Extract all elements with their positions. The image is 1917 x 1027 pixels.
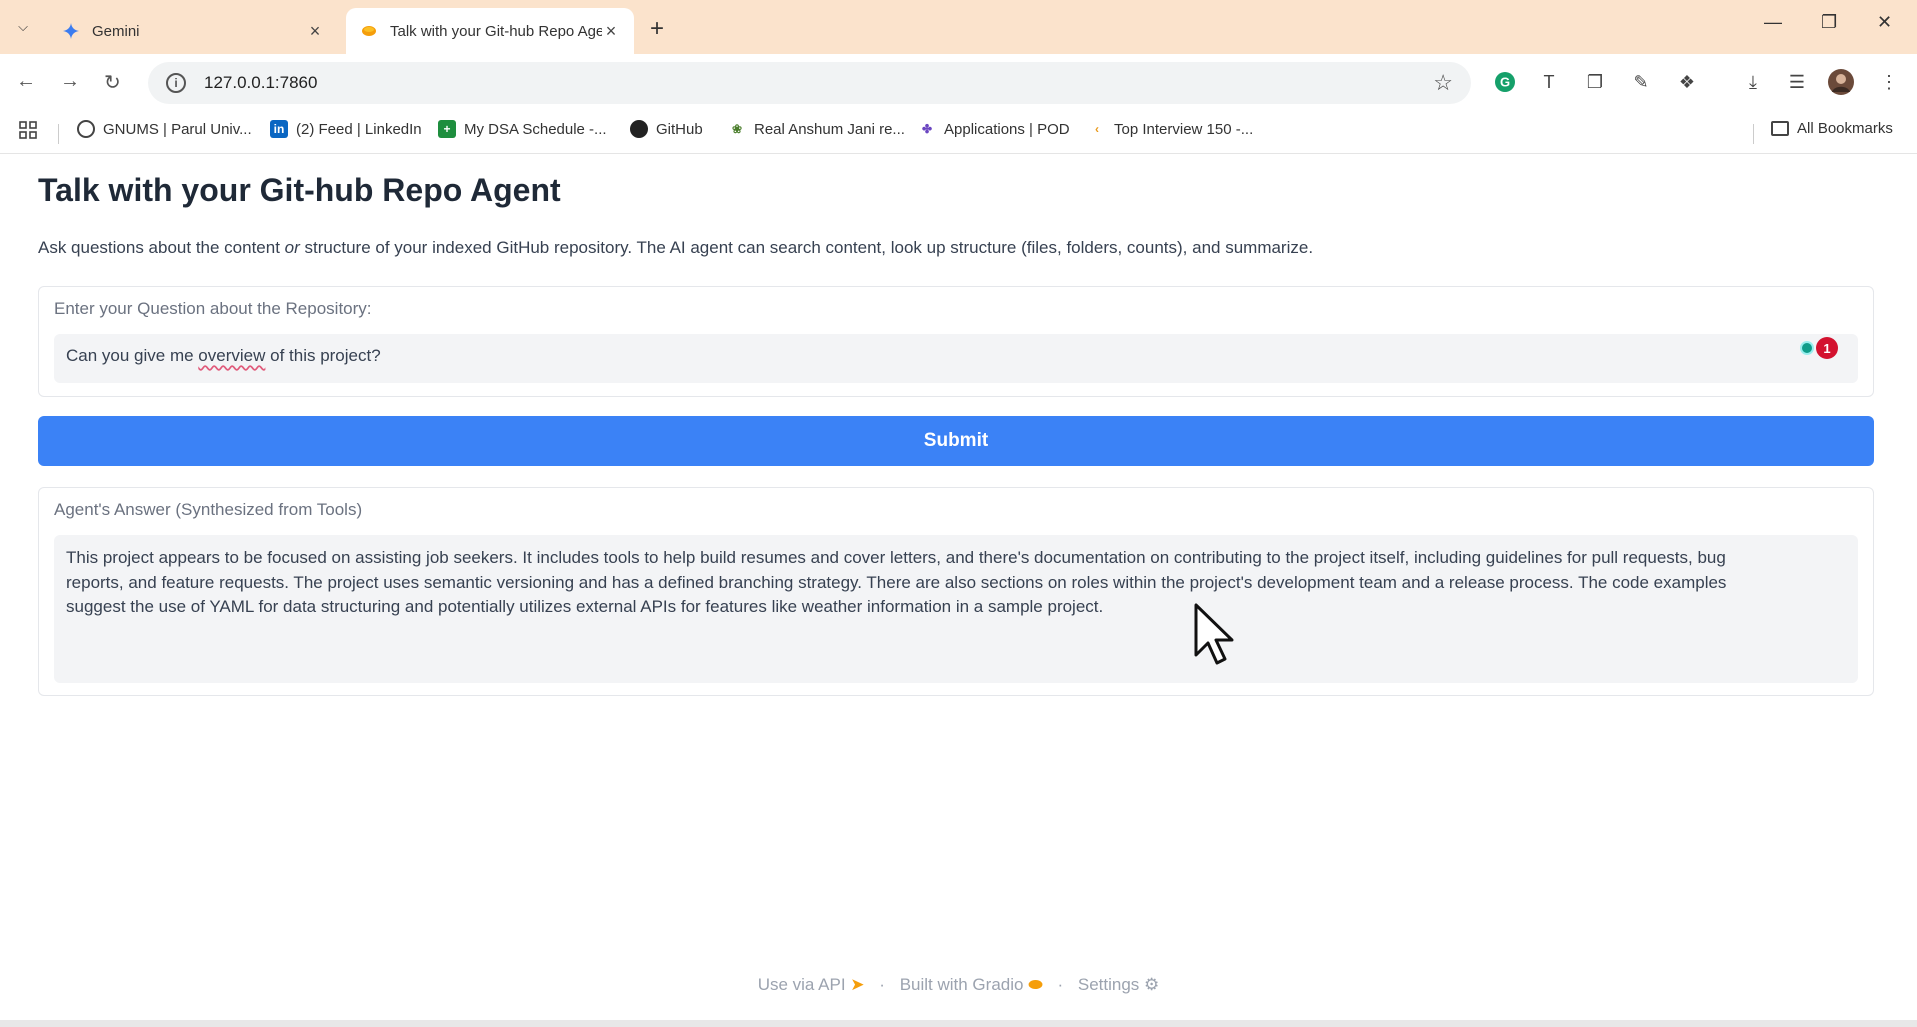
grammarly-count-badge: 1 [1816,337,1838,359]
leetcode-icon: ‹ [1095,122,1099,136]
use-via-api-link[interactable]: Use via API ➤ [758,975,865,994]
media-control-icon[interactable]: ☰ [1784,69,1810,95]
tab-search-button[interactable]: ⌵ [10,14,36,40]
tab-title: Gemini [92,22,140,40]
gradio-footer: Use via API ➤ · Built with Gradio ⬬ · Se… [0,975,1917,995]
reload-icon[interactable]: ↻ [104,70,121,95]
settings-link[interactable]: Settings ⚙ [1078,975,1159,994]
close-icon[interactable]: × [306,21,324,42]
gradio-logo-icon: ⬬ [1028,975,1043,994]
close-icon[interactable]: × [602,21,620,42]
bookmark-label: Top Interview 150 -... [1114,120,1254,138]
chevron-down-icon: ⌵ [18,19,28,34]
footer-link-text: Built with Gradio [899,975,1024,994]
answer-line: This project appears to be focused on as… [66,548,1726,567]
kebab-menu-icon[interactable]: ⋮ [1876,69,1902,95]
bookmark-linkedin[interactable]: in (2) Feed | LinkedIn [270,120,422,138]
bookmark-label: My DSA Schedule -... [464,120,607,138]
answer-line: suggest the use of YAML for data structu… [66,597,1104,616]
bookmark-label: GNUMS | Parul Univ... [103,120,252,138]
footer-separator: · [1057,975,1064,994]
all-bookmarks-folder[interactable]: All Bookmarks [1771,120,1893,137]
svg-text:G: G [1500,75,1510,90]
pod-icon: ✤ [921,122,933,136]
tab-gemini[interactable]: Gemini × [48,8,338,54]
gradio-icon [360,24,378,38]
bookmark-dsa-schedule[interactable]: + My DSA Schedule -... [438,120,607,138]
back-arrow-icon[interactable]: ← [16,70,36,93]
bookmark-label: Real Anshum Jani re... [754,120,905,138]
bookmark-top-interview[interactable]: ‹ Top Interview 150 -... [1088,120,1253,138]
bookmark-real-anshum[interactable]: ❀ Real Anshum Jani re... [728,120,905,138]
bookmark-label: (2) Feed | LinkedIn [296,120,422,138]
github-icon [630,120,648,138]
rocket-icon: ➤ [850,975,865,994]
answer-line: reports, and feature requests. The proje… [66,572,1727,592]
text-extension-icon[interactable]: T [1536,69,1562,95]
minimize-icon[interactable]: — [1764,12,1782,33]
answer-block: Agent's Answer (Synthesized from Tools) … [38,487,1874,696]
layers-extension-icon[interactable]: ❐ [1582,69,1608,95]
all-bookmarks-label: All Bookmarks [1797,120,1893,137]
question-block: Enter your Question about the Repository… [38,286,1874,397]
spelling-flag[interactable]: overview [198,346,265,365]
description-text: structure of your indexed GitHub reposit… [299,238,1314,257]
question-label: Enter your Question about the Repository… [54,299,372,318]
built-with-gradio-link[interactable]: Built with Gradio ⬬ [900,975,1043,994]
site-info-icon[interactable]: i [166,73,186,93]
eyedropper-extension-icon[interactable]: ✎ [1628,69,1654,95]
description-emphasis: or [284,238,300,257]
bookmark-gnums[interactable]: GNUMS | Parul Univ... [77,120,252,138]
bookmark-label: GitHub [656,120,703,138]
url-text[interactable]: 127.0.0.1:7860 [204,73,1433,93]
answer-label: Agent's Answer (Synthesized from Tools) [54,500,363,519]
answer-output[interactable]: This project appears to be focused on as… [54,535,1858,683]
question-value[interactable]: Can you give me overview of this project… [66,346,381,366]
sheets-icon: + [438,120,456,138]
new-tab-button[interactable]: + [650,15,664,43]
extensions-puzzle-icon[interactable]: ❖ [1674,69,1700,95]
tab-repo-agent[interactable]: Talk with your Git-hub Repo Agent × [346,8,634,54]
question-input[interactable]: Can you give me overview of this project… [54,334,1858,383]
grammarly-extension-icon[interactable]: G [1492,69,1518,95]
bookmarks-divider [58,124,59,144]
question-text: of this project? [265,346,381,365]
gemini-star-icon [62,23,80,39]
answer-text: This project appears to be focused on as… [66,546,1844,620]
footer-link-text: Use via API [757,975,846,994]
page-title: Talk with your Git-hub Repo Agent [38,172,561,208]
grammarly-bulb-icon [1800,341,1814,355]
footer-link-text: Settings [1077,975,1140,994]
bookmark-label: Applications | POD [944,120,1070,138]
leaf-icon: ❀ [731,122,743,136]
window-bottom-edge [0,1020,1917,1027]
address-bar[interactable]: i 127.0.0.1:7860 ☆ [148,62,1471,104]
page-description: Ask questions about the content or struc… [38,238,1313,258]
mouse-cursor-icon [1192,603,1240,672]
browser-tabstrip: ⌵ Gemini × Talk with your Git-hub Repo A… [0,0,1917,54]
window-close-icon[interactable]: ✕ [1877,12,1892,33]
footer-separator: · [879,975,885,994]
folder-icon [1771,121,1789,136]
question-text: Can you give me [66,346,199,365]
forward-arrow-icon[interactable]: → [60,70,80,93]
bookmark-star-icon[interactable]: ☆ [1433,70,1453,96]
bookmarks-bar: GNUMS | Parul Univ... in (2) Feed | Link… [0,112,1917,154]
grammarly-widget[interactable]: 1 [1800,337,1838,359]
linkedin-icon: in [270,120,288,138]
download-icon[interactable]: ⤓ [1740,69,1766,95]
browser-toolbar: ← → ↻ i 127.0.0.1:7860 ☆ G T ❐ ✎ ❖ ⤓ ☰ ⋮ [0,54,1917,112]
restore-icon[interactable]: ❐ [1821,12,1837,33]
submit-button[interactable]: Submit [38,416,1874,466]
description-text: Ask questions about the content [38,238,285,257]
apps-grid-icon[interactable] [18,120,38,140]
tab-title: Talk with your Git-hub Repo Agent [390,22,602,40]
bookmarks-divider [1753,124,1754,144]
bookmark-pod[interactable]: ✤ Applications | POD [918,120,1070,138]
globe-icon [77,120,95,138]
bookmark-github[interactable]: GitHub [630,120,703,138]
avatar[interactable] [1828,69,1854,95]
gear-icon: ⚙ [1144,975,1160,994]
